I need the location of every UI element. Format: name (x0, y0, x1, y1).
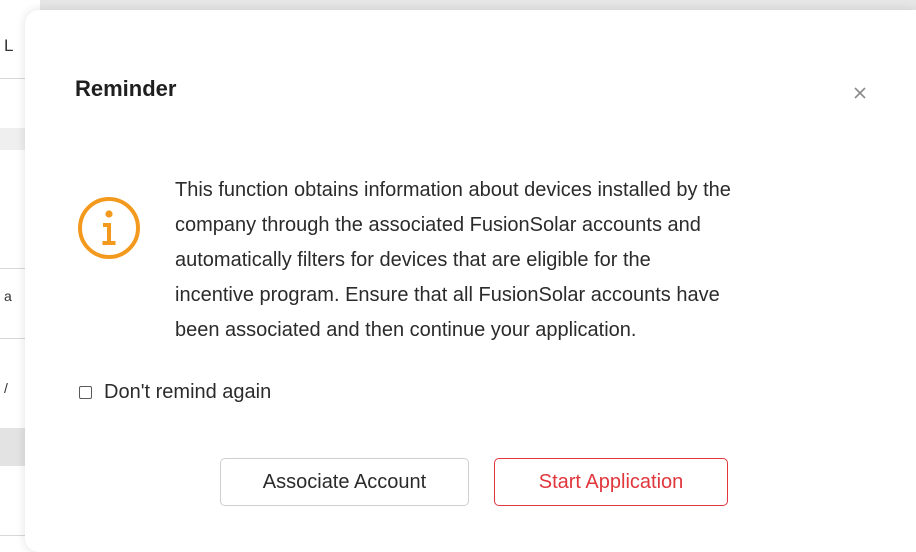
dont-remind-label: Don't remind again (104, 381, 272, 403)
dialog-title: Reminder (75, 76, 177, 101)
associate-account-button[interactable]: Associate Account (220, 458, 469, 506)
message-line: This function obtains information about … (175, 179, 731, 201)
close-icon (854, 87, 866, 99)
background-text-fragment: / (4, 380, 8, 396)
close-button[interactable] (847, 80, 873, 106)
message-line: incentive program. Ensure that all Fusio… (175, 284, 720, 306)
background-text-fragment: a (4, 288, 12, 304)
reminder-dialog: Reminder This function obtains informati… (25, 10, 916, 552)
message-line: company through the associated FusionSol… (175, 214, 701, 236)
message-line: been associated and then continue your a… (175, 319, 637, 341)
start-application-button[interactable]: Start Application (494, 458, 728, 506)
dialog-message: This function obtains information about … (175, 173, 875, 348)
dont-remind-checkbox[interactable] (79, 386, 92, 399)
dont-remind-option[interactable]: Don't remind again (79, 381, 271, 404)
info-circle-icon (78, 197, 140, 259)
background-text-fragment: L (4, 36, 14, 55)
message-line: automatically filters for devices that a… (175, 249, 651, 271)
